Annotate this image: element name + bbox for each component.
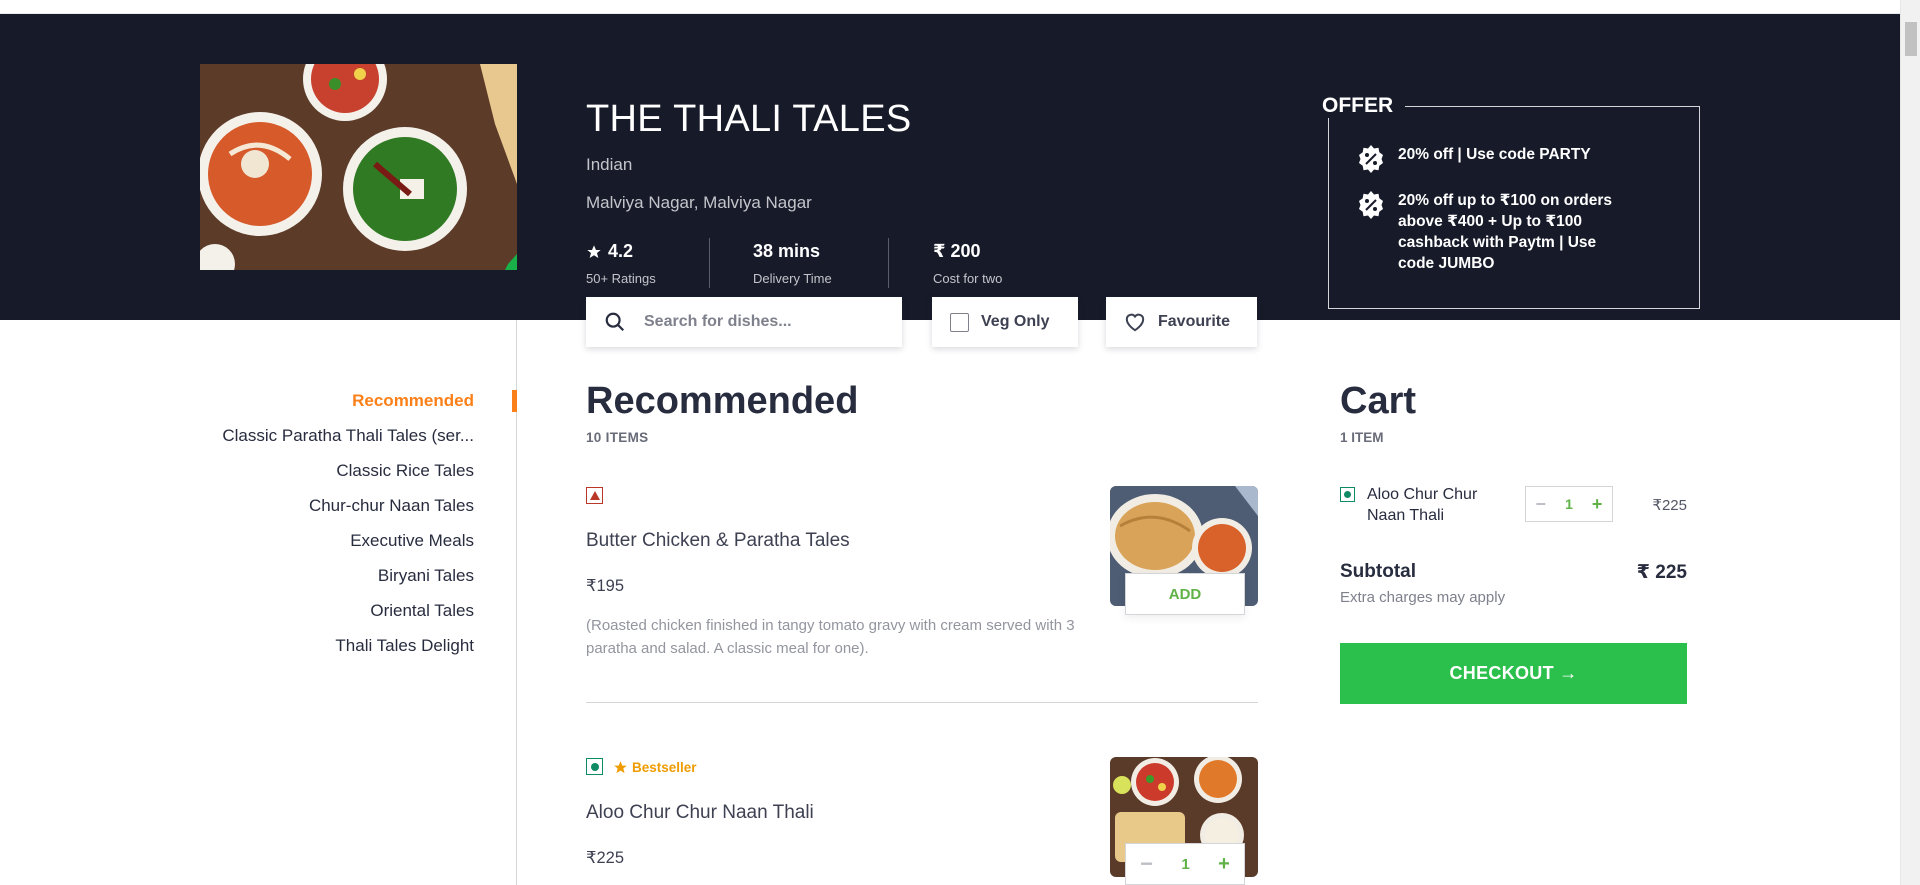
add-button[interactable]: ADD xyxy=(1125,573,1245,615)
active-category-marker xyxy=(512,390,517,412)
page-scrollbar[interactable] xyxy=(1900,0,1920,885)
cart-quantity-value: 1 xyxy=(1565,496,1573,512)
category-item[interactable]: Biryani Tales xyxy=(222,565,474,600)
plus-icon[interactable]: + xyxy=(1592,494,1603,515)
delivery-stat: 38 mins Delivery Time xyxy=(753,241,832,286)
veg-icon xyxy=(1340,487,1355,502)
veg-only-toggle[interactable]: Veg Only xyxy=(932,297,1078,347)
menu-item-price: ₹225 xyxy=(586,849,625,867)
menu-item-description: (Roasted chicken finished in tangy tomat… xyxy=(586,617,1075,657)
minus-icon[interactable]: − xyxy=(1536,494,1547,515)
category-item[interactable]: Classic Paratha Thali Tales (ser... xyxy=(222,425,474,460)
restaurant-name: THE THALI TALES xyxy=(586,98,912,140)
search-icon xyxy=(605,312,625,332)
quantity-stepper[interactable]: − 1 + xyxy=(1125,843,1245,885)
veg-icon xyxy=(586,758,603,775)
restaurant-image xyxy=(200,64,517,270)
offer-text: 20% off | Use code PARTY xyxy=(1398,146,1591,163)
rating-label: 50+ Ratings xyxy=(586,271,656,286)
menu-section-title: Recommended xyxy=(586,380,859,422)
cart-item-price: ₹225 xyxy=(1652,497,1687,514)
offer-text: 20% off up to ₹100 on orders above ₹400 … xyxy=(1398,192,1613,272)
restaurant-area: Malviya Nagar, Malviya Nagar xyxy=(586,193,812,212)
item-separator xyxy=(586,702,1258,703)
veg-only-label: Veg Only xyxy=(981,313,1050,330)
veg-only-checkbox[interactable] xyxy=(950,312,969,332)
quantity-value: 1 xyxy=(1181,855,1190,873)
offer-percent-icon xyxy=(1359,145,1383,173)
stat-divider xyxy=(709,238,710,288)
offer-label: OFFER xyxy=(1316,94,1406,118)
menu-item-price: ₹195 xyxy=(586,577,625,595)
extra-charges-note: Extra charges may apply xyxy=(1340,589,1506,606)
bestseller-label: Bestseller xyxy=(632,760,697,775)
bestseller-badge: Bestseller xyxy=(613,760,697,775)
category-item[interactable]: Classic Rice Tales xyxy=(222,460,474,495)
star-icon xyxy=(614,761,627,774)
cart-quantity-stepper[interactable]: − 1 + xyxy=(1525,486,1613,522)
heart-icon xyxy=(1125,313,1145,332)
menu-item-name: Butter Chicken & Paratha Tales xyxy=(586,530,850,551)
rating-value: 4.2 xyxy=(608,241,634,261)
category-item[interactable]: Recommended xyxy=(222,390,474,425)
top-strip xyxy=(0,0,1900,14)
minus-icon[interactable]: − xyxy=(1140,851,1153,877)
cart-item-name: Aloo Chur Chur Naan Thali xyxy=(1367,486,1478,524)
restaurant-cuisine: Indian xyxy=(586,155,633,174)
category-item[interactable]: Chur-chur Naan Tales xyxy=(222,495,474,530)
cost-label: Cost for two xyxy=(933,271,1003,286)
category-item[interactable]: Executive Meals xyxy=(222,530,474,565)
cart-title: Cart xyxy=(1340,380,1417,422)
star-icon xyxy=(587,244,601,258)
subtotal-label: Subtotal xyxy=(1340,561,1416,582)
offer-item: 20% off up to ₹100 on orders above ₹400 … xyxy=(1356,190,1630,274)
delivery-time: 38 mins xyxy=(753,241,821,261)
cost-stat: ₹ 200 Cost for two xyxy=(933,241,1002,286)
non-veg-icon xyxy=(586,487,603,504)
category-item[interactable]: Oriental Tales xyxy=(222,600,474,635)
scrollbar-thumb[interactable] xyxy=(1905,22,1917,56)
favourite-button[interactable]: Favourite xyxy=(1106,297,1257,347)
checkout-button[interactable]: CHECKOUT → xyxy=(1340,643,1687,704)
category-list: Recommended Classic Paratha Thali Tales … xyxy=(222,390,474,670)
dish-search[interactable] xyxy=(586,297,902,347)
cost-value: ₹ 200 xyxy=(933,241,981,261)
category-item[interactable]: Thali Tales Delight xyxy=(222,635,474,670)
menu-item-name: Aloo Chur Chur Naan Thali xyxy=(586,802,814,823)
stat-divider xyxy=(888,238,889,288)
cart-item-count: 1 ITEM xyxy=(1340,430,1384,445)
subtotal-value: ₹ 225 xyxy=(1636,562,1687,583)
favourite-label: Favourite xyxy=(1158,313,1231,330)
offer-item: 20% off | Use code PARTY xyxy=(1356,144,1630,174)
offer-percent-icon xyxy=(1359,191,1383,219)
menu-item-count: 10 ITEMS xyxy=(586,430,649,445)
search-input[interactable] xyxy=(644,313,874,331)
delivery-label: Delivery Time xyxy=(753,271,832,286)
plus-icon[interactable]: + xyxy=(1218,853,1230,876)
rating-stat: 4.2 50+ Ratings xyxy=(586,241,656,286)
